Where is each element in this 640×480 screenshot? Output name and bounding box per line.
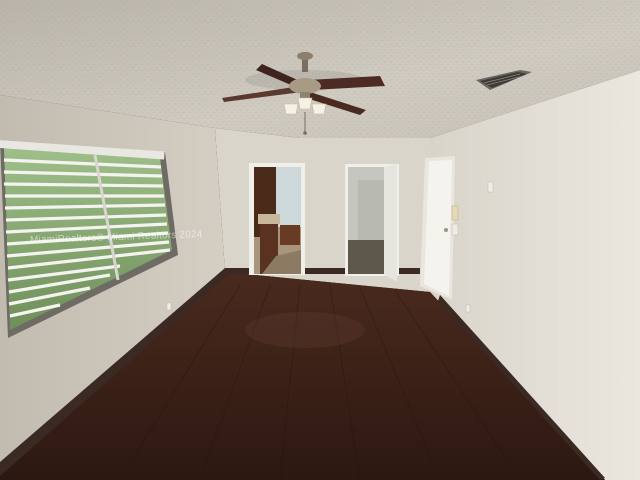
bedroom-door[interactable] (420, 156, 455, 300)
door-knob-icon[interactable] (444, 228, 448, 232)
bathroom-doorway[interactable] (249, 163, 305, 275)
closet-doorway[interactable] (345, 164, 399, 282)
